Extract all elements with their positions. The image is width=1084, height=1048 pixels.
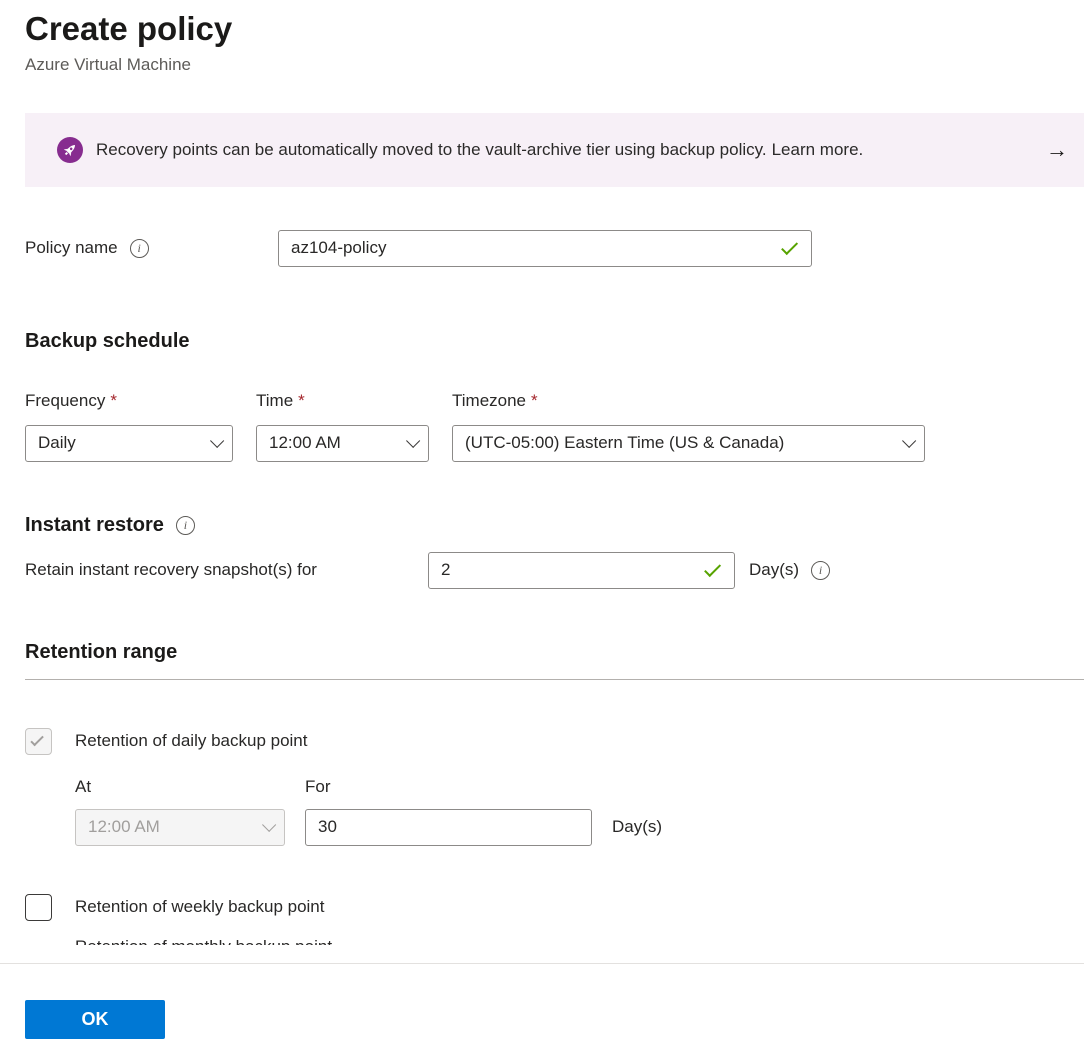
- instant-restore-heading: Instant restore: [25, 514, 164, 537]
- archive-tier-banner: Recovery points can be automatically mov…: [25, 113, 1084, 187]
- footer-bar: OK: [0, 963, 1084, 1048]
- daily-at-value: 12:00 AM: [88, 817, 160, 837]
- daily-retention-label: Retention of daily backup point: [75, 731, 308, 751]
- daily-for-field[interactable]: [305, 809, 592, 846]
- daily-for-label: For: [305, 777, 331, 797]
- page-title: Create policy: [25, 8, 1084, 51]
- rocket-icon: [57, 137, 83, 163]
- policy-name-input[interactable]: [291, 238, 775, 258]
- ok-button[interactable]: OK: [25, 1000, 165, 1039]
- timezone-label: Timezone: [452, 391, 526, 411]
- backup-schedule-fields: Frequency * Daily Time * 12:00 AM Timezo…: [25, 391, 1084, 462]
- frequency-field: Frequency * Daily: [25, 391, 233, 462]
- required-marker: *: [531, 391, 538, 411]
- weekly-retention-row: Retention of weekly backup point: [25, 894, 1084, 921]
- page-subtitle: Azure Virtual Machine: [25, 55, 1084, 75]
- chevron-down-icon: [406, 434, 420, 448]
- arrow-right-icon[interactable]: →: [1046, 139, 1068, 161]
- frequency-label: Frequency: [25, 391, 105, 411]
- time-value: 12:00 AM: [269, 433, 341, 453]
- chevron-down-icon: [210, 434, 224, 448]
- policy-name-label: Policy name: [25, 238, 118, 258]
- snapshot-retain-label: Retain instant recovery snapshot(s) for: [25, 560, 428, 580]
- daily-for-input[interactable]: [318, 817, 579, 837]
- daily-retention-row: Retention of daily backup point: [25, 728, 1084, 755]
- instant-restore-row: Retain instant recovery snapshot(s) for …: [25, 552, 1084, 589]
- chevron-down-icon: [902, 434, 916, 448]
- snapshot-days-input[interactable]: [441, 560, 698, 580]
- valid-check-icon: [781, 238, 798, 255]
- check-icon: [30, 733, 43, 746]
- weekly-retention-checkbox[interactable]: [25, 894, 52, 921]
- valid-check-icon: [704, 560, 721, 577]
- time-dropdown[interactable]: 12:00 AM: [256, 425, 429, 462]
- time-field: Time * 12:00 AM: [256, 391, 429, 462]
- info-icon[interactable]: i: [176, 516, 195, 535]
- retention-range-heading: Retention range: [25, 641, 1084, 664]
- section-divider: [25, 679, 1084, 680]
- daily-days-unit: Day(s): [612, 817, 662, 837]
- chevron-down-icon: [262, 818, 276, 832]
- info-icon[interactable]: i: [130, 239, 149, 258]
- time-label: Time: [256, 391, 293, 411]
- policy-name-row: Policy name i: [25, 230, 1084, 267]
- timezone-value: (UTC-05:00) Eastern Time (US & Canada): [465, 433, 784, 453]
- daily-at-dropdown: 12:00 AM: [75, 809, 285, 846]
- backup-schedule-heading: Backup schedule: [25, 330, 1084, 353]
- timezone-field: Timezone * (UTC-05:00) Eastern Time (US …: [452, 391, 925, 462]
- frequency-value: Daily: [38, 433, 76, 453]
- snapshot-days-field[interactable]: [428, 552, 735, 589]
- banner-message: Recovery points can be automatically mov…: [96, 140, 767, 160]
- weekly-retention-label: Retention of weekly backup point: [75, 897, 325, 917]
- learn-more-link[interactable]: Learn more.: [772, 140, 864, 160]
- info-icon[interactable]: i: [811, 561, 830, 580]
- monthly-retention-label-clipped: Retention of monthly backup point: [75, 937, 1084, 945]
- required-marker: *: [298, 391, 305, 411]
- required-marker: *: [110, 391, 117, 411]
- policy-name-field[interactable]: [278, 230, 812, 267]
- snapshot-days-unit: Day(s): [749, 560, 799, 580]
- timezone-dropdown[interactable]: (UTC-05:00) Eastern Time (US & Canada): [452, 425, 925, 462]
- frequency-dropdown[interactable]: Daily: [25, 425, 233, 462]
- daily-retention-checkbox: [25, 728, 52, 755]
- daily-at-label: At: [75, 777, 305, 797]
